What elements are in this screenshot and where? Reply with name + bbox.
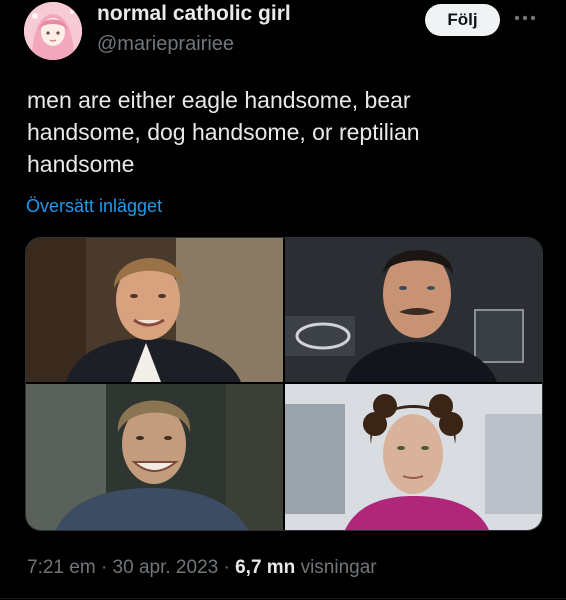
avatar[interactable] bbox=[24, 2, 82, 60]
meta-separator: · bbox=[100, 557, 108, 578]
media-grid[interactable] bbox=[25, 237, 543, 531]
author-display-name[interactable]: normal catholic girl bbox=[97, 2, 291, 26]
meta-separator-2: · bbox=[223, 557, 230, 578]
avatar-illustration bbox=[24, 2, 82, 60]
tweet-text: men are either eagle handsome, bear hand… bbox=[27, 87, 420, 177]
views-label: visningar bbox=[300, 557, 377, 578]
translate-post-link[interactable]: Översätt inlägget bbox=[26, 196, 162, 217]
photo-3[interactable] bbox=[26, 384, 283, 530]
photo-4[interactable] bbox=[285, 384, 542, 530]
photo-1[interactable] bbox=[26, 238, 283, 382]
views-count: 6,7 mn bbox=[235, 557, 296, 578]
divider bbox=[0, 598, 566, 599]
photo-4-image bbox=[285, 384, 542, 530]
more-options-button[interactable] bbox=[510, 6, 540, 30]
more-horizontal-icon bbox=[514, 15, 536, 21]
photo-2-image bbox=[285, 238, 542, 382]
tweet-time[interactable]: 7:21 em bbox=[27, 557, 96, 578]
tweet-header: normal catholic girl @marieprairiee Följ bbox=[0, 0, 566, 70]
tweet-meta: 7:21 em · 30 apr. 2023 · 6,7 mn visninga… bbox=[27, 557, 377, 579]
photo-2[interactable] bbox=[285, 238, 542, 382]
photo-1-image bbox=[26, 238, 283, 382]
tweet-date[interactable]: 30 apr. 2023 bbox=[113, 557, 219, 578]
follow-button[interactable]: Följ bbox=[425, 4, 500, 36]
photo-3-image bbox=[26, 384, 283, 530]
author-handle[interactable]: @marieprairiee bbox=[97, 33, 234, 56]
